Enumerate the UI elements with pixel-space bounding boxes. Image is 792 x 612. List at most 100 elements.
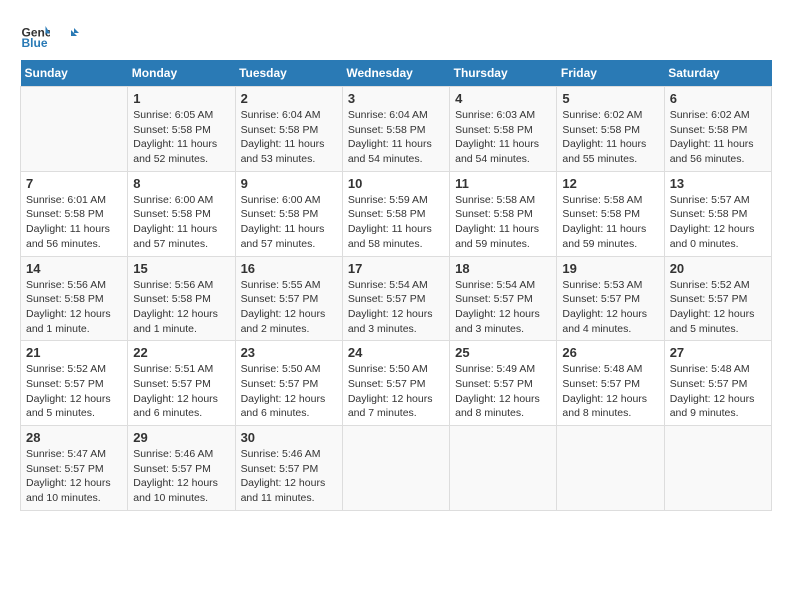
day-number: 1 — [133, 91, 229, 106]
day-number: 30 — [241, 430, 337, 445]
calendar-day-cell: 26Sunrise: 5:48 AM Sunset: 5:57 PM Dayli… — [557, 341, 664, 426]
day-info: Sunrise: 5:57 AM Sunset: 5:58 PM Dayligh… — [670, 193, 766, 252]
calendar-day-cell: 16Sunrise: 5:55 AM Sunset: 5:57 PM Dayli… — [235, 256, 342, 341]
logo: General Blue — [20, 20, 79, 50]
page-header: General Blue — [20, 20, 772, 50]
day-number: 22 — [133, 345, 229, 360]
day-number: 24 — [348, 345, 444, 360]
day-number: 17 — [348, 261, 444, 276]
day-number: 28 — [26, 430, 122, 445]
calendar-day-cell — [342, 426, 449, 511]
calendar-week-row: 7 Sunrise: 6:01 AM Sunset: 5:58 PM Daylig… — [21, 171, 772, 256]
day-number: 2 — [241, 91, 337, 106]
day-info: Sunrise: 5:48 AM Sunset: 5:57 PM Dayligh… — [670, 362, 766, 421]
day-info: Sunrise: 6:05 AM Sunset: 5:58 PM Dayligh… — [133, 108, 229, 167]
day-info: Sunrise: 5:46 AM Sunset: 5:57 PM Dayligh… — [133, 447, 229, 506]
day-number: 6 — [670, 91, 766, 106]
day-number: 3 — [348, 91, 444, 106]
day-number: 23 — [241, 345, 337, 360]
day-info: Sunrise: 5:50 AM Sunset: 5:57 PM Dayligh… — [348, 362, 444, 421]
day-number: 15 — [133, 261, 229, 276]
day-number: 11 — [455, 176, 551, 191]
day-number: 10 — [348, 176, 444, 191]
day-info: Sunrise: 6:02 AM Sunset: 5:58 PM Dayligh… — [670, 108, 766, 167]
day-of-week-header: Sunday — [21, 60, 128, 87]
day-number: 13 — [670, 176, 766, 191]
calendar-day-cell: 6 Sunrise: 6:02 AM Sunset: 5:58 PM Daylig… — [664, 87, 771, 172]
day-number: 8 — [133, 176, 229, 191]
calendar-week-row: 14 Sunrise: 5:56 AM Sunset: 5:58 PM Dayli… — [21, 256, 772, 341]
day-of-week-header: Monday — [128, 60, 235, 87]
day-number: 19 — [562, 261, 658, 276]
calendar-day-cell: 30 Sunrise: 5:46 AM Sunset: 5:57 PM Dayli… — [235, 426, 342, 511]
day-info: Sunrise: 5:52 AM Sunset: 5:57 PM Dayligh… — [26, 362, 122, 421]
day-number: 29 — [133, 430, 229, 445]
calendar-day-cell — [664, 426, 771, 511]
day-info: Sunrise: 5:48 AM Sunset: 5:57 PM Dayligh… — [562, 362, 658, 421]
calendar-day-cell: 13 Sunrise: 5:57 AM Sunset: 5:58 PM Dayli… — [664, 171, 771, 256]
day-info: Sunrise: 6:02 AM Sunset: 5:58 PM Dayligh… — [562, 108, 658, 167]
calendar-day-cell — [557, 426, 664, 511]
day-number: 14 — [26, 261, 122, 276]
day-info: Sunrise: 5:51 AM Sunset: 5:57 PM Dayligh… — [133, 362, 229, 421]
logo-bird — [57, 26, 79, 48]
day-number: 18 — [455, 261, 551, 276]
day-number: 4 — [455, 91, 551, 106]
day-info: Sunrise: 5:54 AM Sunset: 5:57 PM Dayligh… — [348, 278, 444, 337]
calendar-day-cell: 3 Sunrise: 6:04 AM Sunset: 5:58 PM Daylig… — [342, 87, 449, 172]
calendar-day-cell: 17 Sunrise: 5:54 AM Sunset: 5:57 PM Dayli… — [342, 256, 449, 341]
day-info: Sunrise: 5:52 AM Sunset: 5:57 PM Dayligh… — [670, 278, 766, 337]
day-info: Sunrise: 5:50 AM Sunset: 5:57 PM Dayligh… — [241, 362, 337, 421]
day-number: 25 — [455, 345, 551, 360]
day-info: Sunrise: 6:00 AM Sunset: 5:58 PM Dayligh… — [133, 193, 229, 252]
day-info: Sunrise: 6:00 AM Sunset: 5:58 PM Dayligh… — [241, 193, 337, 252]
calendar-day-cell: 10 Sunrise: 5:59 AM Sunset: 5:58 PM Dayli… — [342, 171, 449, 256]
calendar-table: SundayMondayTuesdayWednesdayThursdayFrid… — [20, 60, 772, 511]
calendar-day-cell: 21 Sunrise: 5:52 AM Sunset: 5:57 PM Dayli… — [21, 341, 128, 426]
day-info: Sunrise: 6:01 AM Sunset: 5:58 PM Dayligh… — [26, 193, 122, 252]
day-number: 20 — [670, 261, 766, 276]
calendar-day-cell: 1 Sunrise: 6:05 AM Sunset: 5:58 PM Daylig… — [128, 87, 235, 172]
calendar-day-cell: 25 Sunrise: 5:49 AM Sunset: 5:57 PM Dayli… — [450, 341, 557, 426]
day-number: 7 — [26, 176, 122, 191]
day-of-week-header: Wednesday — [342, 60, 449, 87]
day-info: Sunrise: 6:04 AM Sunset: 5:58 PM Dayligh… — [348, 108, 444, 167]
day-number: 16 — [241, 261, 337, 276]
calendar-day-cell — [450, 426, 557, 511]
day-number: 5 — [562, 91, 658, 106]
calendar-day-cell: 22 Sunrise: 5:51 AM Sunset: 5:57 PM Dayli… — [128, 341, 235, 426]
calendar-day-cell: 27 Sunrise: 5:48 AM Sunset: 5:57 PM Dayli… — [664, 341, 771, 426]
day-info: Sunrise: 6:04 AM Sunset: 5:58 PM Dayligh… — [241, 108, 337, 167]
day-info: Sunrise: 5:49 AM Sunset: 5:57 PM Dayligh… — [455, 362, 551, 421]
calendar-day-cell: 28Sunrise: 5:47 AM Sunset: 5:57 PM Dayli… — [21, 426, 128, 511]
calendar-day-cell: 18 Sunrise: 5:54 AM Sunset: 5:57 PM Dayli… — [450, 256, 557, 341]
day-number: 12 — [562, 176, 658, 191]
calendar-day-cell: 8 Sunrise: 6:00 AM Sunset: 5:58 PM Daylig… — [128, 171, 235, 256]
day-info: Sunrise: 5:56 AM Sunset: 5:58 PM Dayligh… — [26, 278, 122, 337]
calendar-day-cell: 29 Sunrise: 5:46 AM Sunset: 5:57 PM Dayli… — [128, 426, 235, 511]
day-info: Sunrise: 6:03 AM Sunset: 5:58 PM Dayligh… — [455, 108, 551, 167]
day-info: Sunrise: 5:58 AM Sunset: 5:58 PM Dayligh… — [562, 193, 658, 252]
calendar-week-row: 21 Sunrise: 5:52 AM Sunset: 5:57 PM Dayli… — [21, 341, 772, 426]
calendar-header-row: SundayMondayTuesdayWednesdayThursdayFrid… — [21, 60, 772, 87]
calendar-day-cell: 20 Sunrise: 5:52 AM Sunset: 5:57 PM Dayli… — [664, 256, 771, 341]
calendar-day-cell: 2 Sunrise: 6:04 AM Sunset: 5:58 PM Daylig… — [235, 87, 342, 172]
day-number: 21 — [26, 345, 122, 360]
day-info: Sunrise: 5:46 AM Sunset: 5:57 PM Dayligh… — [241, 447, 337, 506]
calendar-day-cell: 15Sunrise: 5:56 AM Sunset: 5:58 PM Dayli… — [128, 256, 235, 341]
calendar-day-cell: 11 Sunrise: 5:58 AM Sunset: 5:58 PM Dayli… — [450, 171, 557, 256]
calendar-body: 1 Sunrise: 6:05 AM Sunset: 5:58 PM Daylig… — [21, 87, 772, 511]
day-info: Sunrise: 5:59 AM Sunset: 5:58 PM Dayligh… — [348, 193, 444, 252]
calendar-day-cell: 7 Sunrise: 6:01 AM Sunset: 5:58 PM Daylig… — [21, 171, 128, 256]
calendar-day-cell: 9Sunrise: 6:00 AM Sunset: 5:58 PM Daylig… — [235, 171, 342, 256]
day-info: Sunrise: 5:54 AM Sunset: 5:57 PM Dayligh… — [455, 278, 551, 337]
day-info: Sunrise: 5:58 AM Sunset: 5:58 PM Dayligh… — [455, 193, 551, 252]
calendar-day-cell: 4 Sunrise: 6:03 AM Sunset: 5:58 PM Daylig… — [450, 87, 557, 172]
day-number: 27 — [670, 345, 766, 360]
calendar-day-cell: 24 Sunrise: 5:50 AM Sunset: 5:57 PM Dayli… — [342, 341, 449, 426]
calendar-day-cell — [21, 87, 128, 172]
day-of-week-header: Tuesday — [235, 60, 342, 87]
logo-icon: General Blue — [20, 20, 50, 50]
calendar-day-cell: 12 Sunrise: 5:58 AM Sunset: 5:58 PM Dayli… — [557, 171, 664, 256]
day-of-week-header: Friday — [557, 60, 664, 87]
